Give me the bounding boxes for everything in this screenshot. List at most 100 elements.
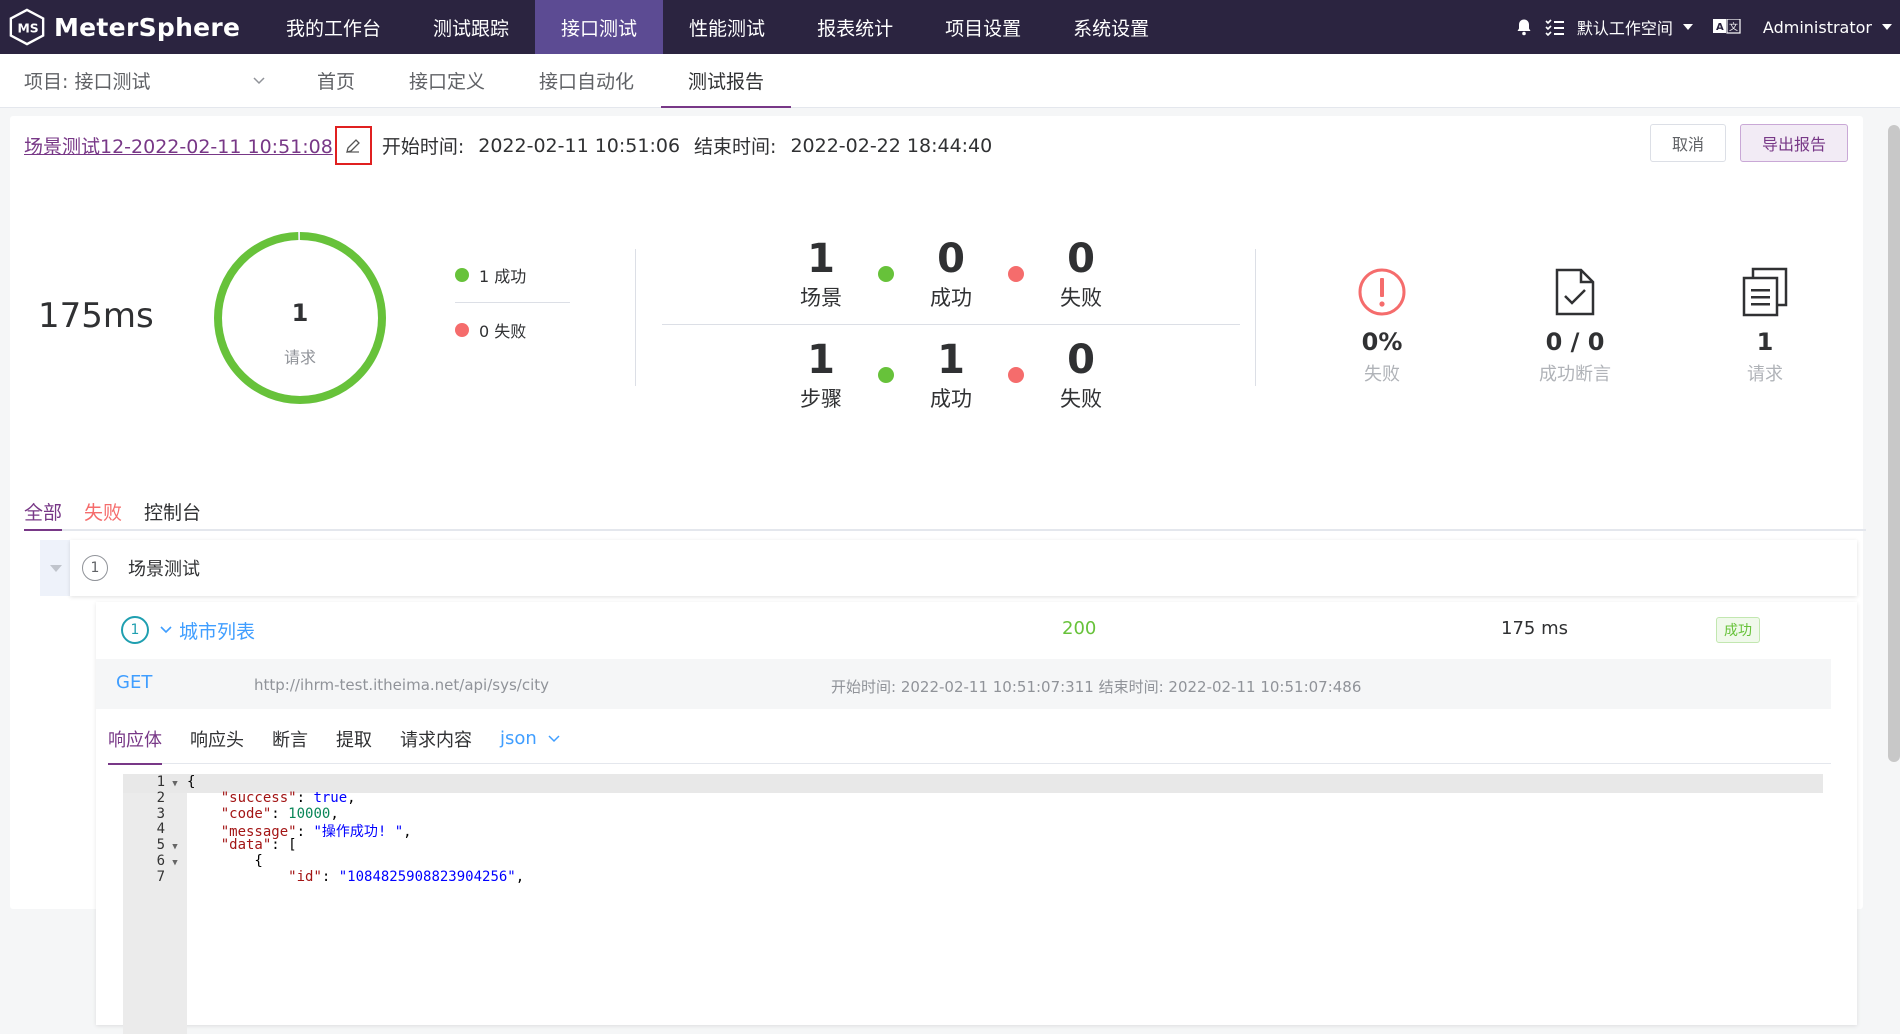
end-time-value: 2022-02-22 18:44:40: [790, 134, 993, 157]
code-text: "id": "1084825908823904256",: [288, 868, 525, 885]
top-right-tools: 默认工作空间 A文 Administrator: [1515, 0, 1900, 54]
scenario-fail-label: 失败: [1060, 286, 1102, 310]
format-value: json: [500, 728, 537, 749]
sub-navbar: 项目: 接口测试 首页 接口定义 接口自动化 测试报告: [0, 54, 1900, 108]
caret-down-icon[interactable]: [50, 565, 62, 572]
legend-fail-text: 0 失败: [479, 322, 527, 341]
nav-api-test[interactable]: 接口测试: [535, 0, 664, 54]
success-dot: [878, 266, 894, 282]
user-menu[interactable]: Administrator: [1763, 18, 1892, 37]
scenario-index: 1: [82, 555, 108, 581]
code-line: 7 "id": "1084825908823904256",: [123, 869, 1823, 888]
workspace-name: 默认工作空间: [1576, 19, 1673, 38]
documents-stack-icon: [1710, 262, 1820, 322]
step-total-value: 1: [807, 337, 835, 383]
success-dot: [878, 367, 894, 383]
fail-dot: [1008, 367, 1024, 383]
step-total-label: 步骤: [800, 387, 842, 411]
export-report-button[interactable]: 导出报告: [1740, 124, 1848, 162]
fail-dot: [455, 323, 469, 337]
project-selector[interactable]: 项目: 接口测试: [0, 67, 290, 94]
scenario-fail-value: 0: [1067, 236, 1095, 282]
tab-all[interactable]: 全部: [24, 484, 63, 531]
subnav-test-report[interactable]: 测试报告: [661, 54, 792, 108]
request-url: http://ihrm-test.itheima.net/api/sys/cit…: [254, 676, 549, 694]
kpi-fail-value: 0%: [1361, 328, 1403, 356]
divider: [1255, 249, 1256, 386]
tab-console[interactable]: 控制台: [144, 484, 201, 529]
edit-title-button[interactable]: [334, 126, 372, 165]
subnav-api-definition[interactable]: 接口定义: [382, 54, 512, 108]
tab-failed[interactable]: 失败: [84, 484, 122, 529]
tab-extract[interactable]: 提取: [336, 714, 372, 764]
scenario-step-stats: 1 场景 0 成功 0 失败 1 步骤 1 成功 0 失败: [662, 224, 1240, 425]
nav-reports[interactable]: 报表统计: [791, 0, 919, 54]
alert-circle-icon: [1327, 262, 1437, 322]
subnav-home[interactable]: 首页: [290, 54, 382, 108]
response-tabs: 响应体 响应头 断言 提取 请求内容 json: [108, 714, 1831, 765]
total-duration: 175ms: [38, 296, 154, 336]
ring-legend: 1 成功 0 失败: [455, 260, 570, 345]
report-card: 场景测试12-2022-02-11 10:51:08 开始时间: 2022-02…: [10, 116, 1866, 1034]
step-success-label: 成功: [930, 387, 972, 411]
step-total: 1 步骤: [781, 337, 861, 413]
step-success-value: 1: [937, 337, 965, 383]
scrollbar-thumb[interactable]: [1888, 125, 1900, 762]
ring-request-label: 请求: [283, 348, 316, 367]
kpi-req-value: 1: [1756, 328, 1774, 356]
tab-request-content[interactable]: 请求内容: [400, 714, 472, 764]
success-dot: [455, 268, 469, 282]
scenario-row[interactable]: 1 场景测试: [70, 540, 1857, 596]
response-time: 175 ms: [1501, 618, 1568, 639]
tab-response-headers[interactable]: 响应头: [190, 714, 244, 764]
nav-workbench[interactable]: 我的工作台: [260, 0, 407, 54]
status-code: 200: [1062, 618, 1097, 639]
scenario-stats-row: 1 场景 0 成功 0 失败: [662, 224, 1240, 324]
api-result-header[interactable]: 1 城市列表 200 175 ms 成功: [96, 602, 1857, 658]
bell-icon[interactable]: [1515, 18, 1533, 36]
task-list-icon[interactable]: [1545, 18, 1565, 36]
request-times: 开始时间: 2022-02-11 10:51:07:311 结束时间: 2022…: [831, 678, 1362, 696]
chevron-down-icon: [160, 626, 172, 634]
metersphere-logo-icon: MS: [9, 8, 45, 46]
code-editor[interactable]: 1 ▼{2 "success": true, 3 "code": 10000, 4 "…: [123, 774, 1823, 1034]
report-header: 场景测试12-2022-02-11 10:51:08 开始时间: 2022-02…: [24, 126, 992, 165]
step-success: 1 成功: [911, 337, 991, 413]
svg-text:MS: MS: [18, 22, 39, 36]
document-check-icon: [1520, 262, 1630, 322]
api-name: 城市列表: [179, 620, 256, 643]
kpi-fail-label: 失败: [1364, 364, 1400, 385]
step-fail-value: 0: [1067, 337, 1095, 383]
nav-system-settings[interactable]: 系统设置: [1047, 0, 1175, 54]
nav-project-settings[interactable]: 项目设置: [919, 0, 1047, 54]
kpi-assert-label: 成功断言: [1539, 364, 1611, 385]
request-info-bar: GET http://ihrm-test.itheima.net/api/sys…: [96, 659, 1831, 709]
brand-logo[interactable]: MS MeterSphere: [0, 0, 260, 54]
tab-response-body[interactable]: 响应体: [108, 714, 162, 765]
module-nav: 首页 接口定义 接口自动化 测试报告: [290, 54, 792, 108]
pencil-icon: [346, 138, 361, 153]
divider: [635, 249, 636, 386]
language-icon[interactable]: A文: [1712, 19, 1741, 35]
scenario-success-label: 成功: [930, 286, 972, 310]
scenario-success: 0 成功: [911, 236, 991, 312]
chevron-down-icon: [253, 76, 265, 84]
format-selector[interactable]: json: [500, 714, 561, 764]
user-name: Administrator: [1762, 17, 1872, 37]
kpi-assert-value: 0 / 0: [1545, 328, 1605, 356]
scenario-total: 1 场景: [781, 236, 861, 312]
subnav-api-automation[interactable]: 接口自动化: [512, 54, 661, 108]
api-name-toggle[interactable]: 城市列表: [159, 617, 255, 644]
nav-test-tracking[interactable]: 测试跟踪: [407, 0, 535, 54]
project-name: 项目: 接口测试: [24, 71, 151, 93]
tab-assertions[interactable]: 断言: [272, 714, 308, 764]
legend-fail: 0 失败: [455, 315, 570, 345]
scenario-success-value: 0: [937, 236, 965, 282]
workspace-switcher[interactable]: 默认工作空间: [1577, 15, 1693, 39]
step-fail-label: 失败: [1060, 387, 1102, 411]
kpi-fail-rate: 0% 失败: [1327, 262, 1437, 386]
nav-performance-test[interactable]: 性能测试: [663, 0, 791, 54]
report-title[interactable]: 场景测试12-2022-02-11 10:51:08: [24, 132, 333, 159]
cancel-button[interactable]: 取消: [1650, 124, 1726, 162]
scenario-name: 场景测试: [128, 559, 200, 580]
